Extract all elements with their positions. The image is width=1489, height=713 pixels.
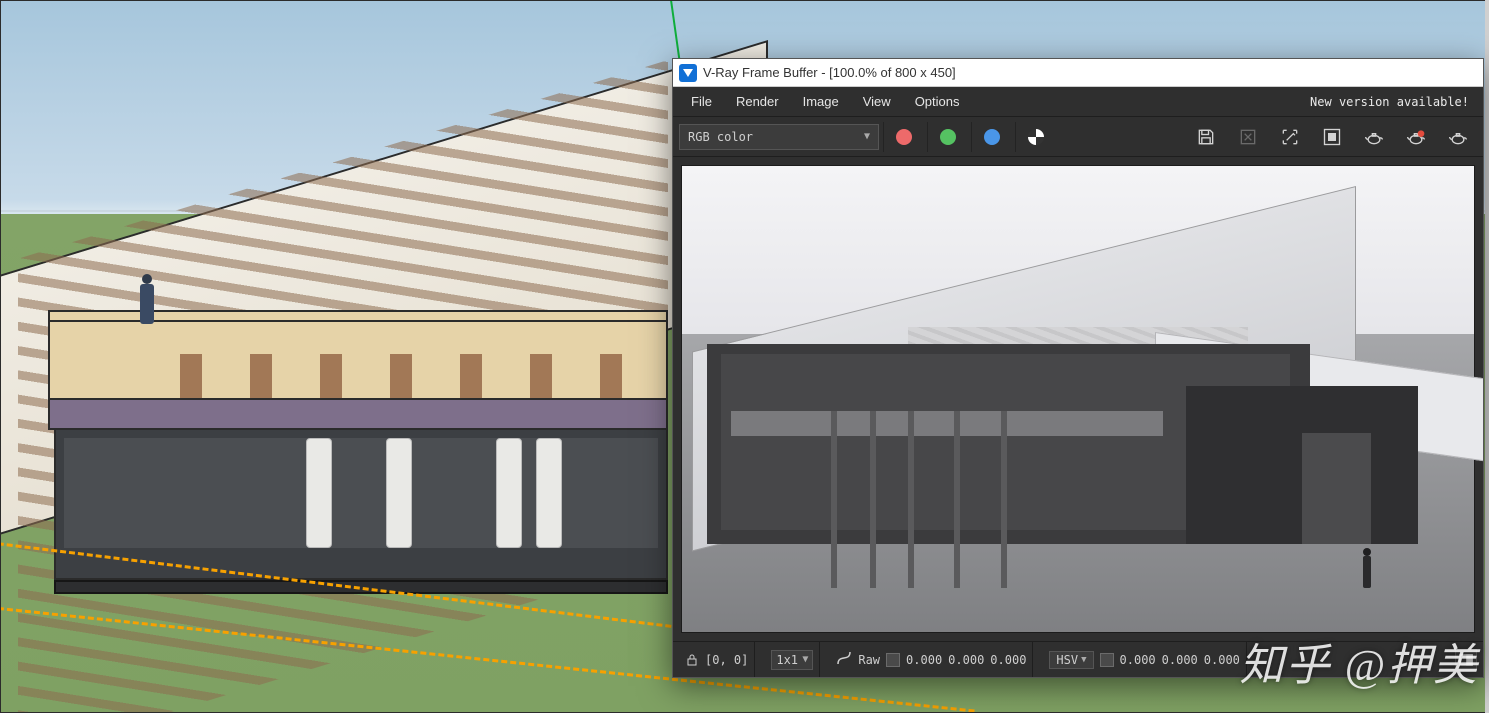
chevron-down-icon: ▼: [802, 654, 808, 665]
floor-slab: [50, 398, 666, 428]
menu-file[interactable]: File: [679, 90, 724, 113]
render-model: [692, 186, 1464, 602]
render-column: [1001, 411, 1007, 588]
blue-channel-button[interactable]: [971, 122, 1011, 152]
mono-dot-icon: [1028, 129, 1044, 145]
hsv-v: 0.000: [1204, 653, 1240, 667]
mono-channel-button[interactable]: [1015, 122, 1055, 152]
render-floor-slab: [731, 411, 1163, 436]
viewport-scrollbar: [1485, 0, 1489, 713]
status-hsv-section: HSV ▼ 0.000 0.000 0.000: [1043, 642, 1246, 677]
furniture: [180, 354, 626, 398]
model-axis-yellow: [1262, 0, 1489, 2]
status-pixelsize-section: 1x1 ▼: [765, 642, 820, 677]
track-cursor-icon: [1322, 127, 1342, 147]
teapot-button-a[interactable]: [1355, 122, 1393, 152]
render-scale-figure: [1363, 548, 1371, 588]
clear-image-button: [1229, 122, 1267, 152]
ground-interior: [64, 438, 658, 548]
rendered-image: [681, 165, 1475, 633]
channel-select[interactable]: RGB color ▼: [679, 124, 879, 150]
track-mouse-button[interactable]: [1313, 122, 1351, 152]
vfb-statusbar: [0, 0] 1x1 ▼ Raw 0.000 0.000 0.000 HSV ▼…: [673, 641, 1483, 677]
window-title: V-Ray Frame Buffer - [100.0% of 800 x 45…: [703, 65, 956, 80]
chevron-down-icon: ▼: [864, 131, 870, 142]
teapot-button-b[interactable]: [1397, 122, 1435, 152]
raw-g: 0.000: [948, 653, 984, 667]
teapot-button-c[interactable]: [1439, 122, 1477, 152]
vfb-titlebar[interactable]: V-Ray Frame Buffer - [100.0% of 800 x 45…: [673, 59, 1483, 87]
raw-label: Raw: [858, 653, 880, 667]
blue-dot-icon: [984, 129, 1000, 145]
raw-swatch[interactable]: [886, 653, 900, 667]
vfb-toolbar: RGB color ▼: [673, 117, 1483, 157]
render-door: [1302, 433, 1371, 544]
menu-options[interactable]: Options: [903, 90, 972, 113]
render-column: [908, 411, 914, 588]
render-column: [870, 411, 876, 588]
side-panel-toggle[interactable]: [1455, 649, 1477, 671]
raw-r: 0.000: [906, 653, 942, 667]
menu-view[interactable]: View: [851, 90, 903, 113]
pixel-size-select[interactable]: 1x1 ▼: [771, 650, 813, 670]
scale-figure: [140, 274, 154, 324]
region-render-button[interactable]: [1271, 122, 1309, 152]
colorspace-select[interactable]: HSV ▼: [1049, 651, 1093, 669]
channel-select-value: RGB color: [688, 130, 753, 144]
status-coords-section: [0, 0]: [679, 642, 755, 677]
render-right-wing: [1186, 386, 1418, 544]
lock-icon[interactable]: [685, 653, 699, 667]
chevron-down-icon: ▼: [1081, 655, 1086, 665]
render-column: [831, 411, 837, 588]
vfb-render-viewport[interactable]: [673, 157, 1483, 641]
render-column: [954, 411, 960, 588]
raw-b: 0.000: [990, 653, 1026, 667]
menu-render[interactable]: Render: [724, 90, 791, 113]
teapot-stop-icon: [1406, 127, 1426, 147]
ground-floor: [54, 430, 668, 580]
teapot-outline-icon: [1448, 127, 1468, 147]
curve-icon[interactable]: [836, 650, 852, 669]
red-dot-icon: [896, 129, 912, 145]
building-model: [8, 50, 688, 570]
green-dot-icon: [940, 129, 956, 145]
red-channel-button[interactable]: [883, 122, 923, 152]
column: [496, 438, 522, 548]
teapot-icon: [1364, 127, 1384, 147]
vray-frame-buffer-window[interactable]: V-Ray Frame Buffer - [100.0% of 800 x 45…: [672, 58, 1484, 678]
column: [306, 438, 332, 548]
hsv-swatch[interactable]: [1100, 653, 1114, 667]
second-floor: [48, 310, 668, 430]
save-image-button[interactable]: [1187, 122, 1225, 152]
vfb-menubar: File Render Image View Options New versi…: [673, 87, 1483, 117]
column: [386, 438, 412, 548]
new-version-label[interactable]: New version available!: [1310, 95, 1477, 109]
menu-image[interactable]: Image: [791, 90, 851, 113]
hsv-s: 0.000: [1162, 653, 1198, 667]
status-raw-section: Raw 0.000 0.000 0.000: [830, 642, 1033, 677]
vray-logo-icon: [679, 64, 697, 82]
pixel-coords: [0, 0]: [705, 653, 748, 667]
pixel-size-value: 1x1: [776, 653, 798, 667]
floppy-icon: [1196, 127, 1216, 147]
region-select-icon: [1280, 127, 1300, 147]
panel-toggle-icon: [1459, 653, 1473, 667]
column: [536, 438, 562, 548]
clear-icon: [1238, 127, 1258, 147]
green-channel-button[interactable]: [927, 122, 967, 152]
colorspace-value: HSV: [1056, 653, 1078, 667]
hsv-h: 0.000: [1120, 653, 1156, 667]
